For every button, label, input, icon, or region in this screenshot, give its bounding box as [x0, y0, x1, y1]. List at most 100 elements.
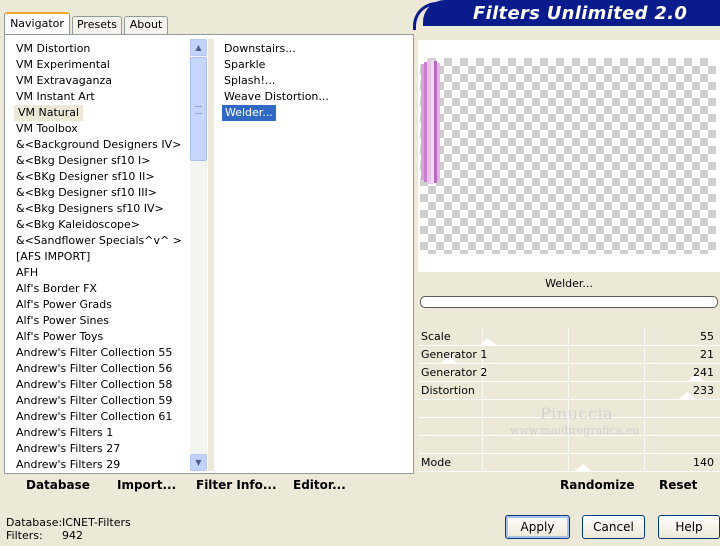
slider-tick [568, 454, 569, 472]
category-item[interactable]: VM Natural [14, 105, 84, 121]
category-item[interactable]: &<Bkg Designer sf10 I> [16, 153, 151, 169]
slider-tick [482, 418, 483, 435]
category-item[interactable]: &<BKg Designer sf10 II> [16, 169, 155, 185]
category-item[interactable]: Alf's Power Grads [16, 297, 112, 313]
category-item[interactable]: VM Toolbox [16, 121, 78, 137]
scroll-up-button[interactable]: ▲ [190, 39, 207, 56]
apply-button[interactable]: Apply [505, 515, 570, 539]
filter-item[interactable]: Downstairs... [224, 41, 296, 57]
editor-button[interactable]: Editor... [293, 478, 346, 492]
list-divider [208, 39, 214, 471]
category-item[interactable]: [AFS IMPORT] [16, 249, 90, 265]
parameter-slider[interactable]: Generator 2 241 [418, 364, 720, 382]
parameter-label: Mode [421, 456, 451, 469]
filter-item[interactable]: Sparkle [224, 57, 265, 73]
category-item[interactable]: &<Background Designers IV> [16, 137, 181, 153]
empty-parameter-slot [418, 436, 720, 454]
category-item[interactable]: &<Sandflower Specials^v^ > [16, 233, 182, 249]
cancel-button[interactable]: Cancel [582, 515, 645, 539]
parameter-panel: Scale 55 Generator 1 21 Generator 2 241 Distor… [418, 312, 720, 474]
slider-tick [568, 382, 569, 400]
status-database-label: Database: [6, 516, 63, 529]
reset-button[interactable]: Reset [659, 478, 697, 492]
slider-track [418, 471, 720, 472]
status-filters-label: Filters: [6, 529, 43, 542]
tab-about[interactable]: About [124, 16, 168, 34]
help-button[interactable]: Help [658, 515, 720, 539]
slider-tick [644, 400, 645, 417]
status-database-value: ICNET-Filters [62, 516, 131, 529]
slider-tick [568, 436, 569, 453]
tab-presets[interactable]: Presets [72, 16, 122, 34]
slider-tick [482, 436, 483, 453]
slider-tick [644, 382, 645, 400]
watermark-name: Pinuccia [540, 404, 614, 423]
parameter-value: 241 [693, 366, 714, 379]
category-scrollbar[interactable]: ▲ ▼ [190, 39, 207, 471]
scroll-down-button[interactable]: ▼ [190, 454, 207, 471]
banner-title: Filters Unlimited 2.0 [423, 0, 720, 26]
progress-bar [420, 296, 718, 308]
filter-item[interactable]: Splash!... [224, 73, 275, 89]
category-item[interactable]: VM Distortion [16, 41, 90, 57]
parameter-slider[interactable]: Scale 55 [418, 328, 720, 346]
filter-info-button[interactable]: Filter Info... [196, 478, 277, 492]
slider-thumb[interactable] [575, 464, 591, 471]
category-item[interactable]: &<Bkg Kaleidoscope> [16, 217, 140, 233]
category-list[interactable]: VM Distortion VM Experimental VM Extravaga… [10, 39, 190, 471]
parameter-label: Generator 1 [421, 348, 488, 361]
category-item[interactable]: Alf's Power Toys [16, 329, 103, 345]
filter-item[interactable]: Welder... [221, 104, 277, 122]
slider-tick [644, 328, 645, 346]
category-item[interactable]: Andrew's Filters 29 [16, 457, 120, 471]
slider-tick [644, 364, 645, 382]
parameter-slider[interactable]: Generator 1 21 [418, 346, 720, 364]
category-item[interactable]: Andrew's Filters 27 [16, 441, 120, 457]
category-item[interactable]: VM Instant Art [16, 89, 95, 105]
database-button[interactable]: Database [26, 478, 90, 492]
category-item[interactable]: &<Bkg Designers sf10 IV> [16, 201, 164, 217]
category-item[interactable]: Andrew's Filter Collection 58 [16, 377, 172, 393]
category-item[interactable]: VM Extravaganza [16, 73, 112, 89]
parameter-value: 55 [700, 330, 714, 343]
grip-icon [195, 106, 202, 114]
slider-tick [644, 454, 645, 472]
slider-tick [568, 328, 569, 346]
slider-tick [482, 454, 483, 472]
category-item[interactable]: Andrew's Filter Collection 61 [16, 409, 172, 425]
filter-item[interactable]: Weave Distortion... [224, 89, 329, 105]
slider-thumb[interactable] [480, 338, 496, 345]
parameter-value: 21 [700, 348, 714, 361]
parameter-slider[interactable]: Distortion 233 [418, 382, 720, 400]
current-filter-name: Welder... [545, 277, 593, 290]
category-item[interactable]: Alf's Power Sines [16, 313, 109, 329]
slider-tick [482, 400, 483, 417]
category-item[interactable]: Andrew's Filters 1 [16, 425, 113, 441]
tab-bar: Navigator Presets About [4, 12, 174, 34]
slider-tick [568, 346, 569, 364]
randomize-button[interactable]: Randomize [560, 478, 634, 492]
category-item[interactable]: Alf's Border FX [16, 281, 97, 297]
filter-list[interactable]: Downstairs... Sparkle Splash!... Weave Dist… [216, 39, 412, 471]
scroll-thumb[interactable] [190, 57, 207, 161]
slider-tick [568, 364, 569, 382]
category-item[interactable]: VM Experimental [16, 57, 110, 73]
category-item[interactable]: Andrew's Filter Collection 55 [16, 345, 172, 361]
import-button[interactable]: Import... [117, 478, 176, 492]
parameter-slider[interactable]: Mode 140 [418, 454, 720, 472]
slider-tick [644, 346, 645, 364]
randomize-bar: Randomize Reset [418, 474, 720, 498]
category-item[interactable]: AFH [16, 265, 38, 281]
navigator-toolbar: Database Import... Filter Info... Editor… [4, 474, 414, 498]
parameter-label: Distortion [421, 384, 475, 397]
category-item[interactable]: &<Bkg Designer sf10 III> [16, 185, 157, 201]
parameter-value: 233 [693, 384, 714, 397]
parameter-label: Scale [421, 330, 451, 343]
preview-welded-stripes [421, 60, 440, 184]
category-item[interactable]: Andrew's Filter Collection 59 [16, 393, 172, 409]
status-filters: Filters: 942 [6, 529, 83, 542]
tab-navigator[interactable]: Navigator [4, 12, 70, 34]
status-filters-value: 942 [62, 529, 83, 542]
category-item[interactable]: Andrew's Filter Collection 56 [16, 361, 172, 377]
parameter-value: 140 [693, 456, 714, 469]
